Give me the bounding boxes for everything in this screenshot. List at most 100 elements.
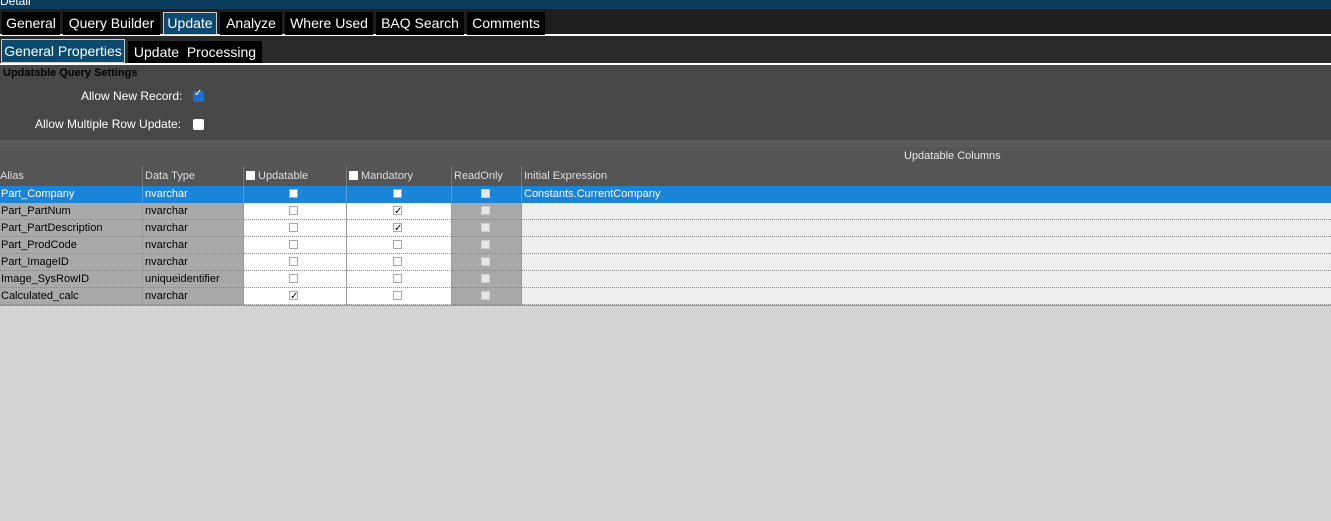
tab-comments[interactable]: Comments — [467, 12, 545, 35]
cell-expr[interactable] — [522, 220, 1331, 237]
updatable-query-settings-panel: Updatable Query Settings Allow New Recor… — [0, 65, 1331, 140]
allow-new-record-checkbox[interactable] — [193, 88, 204, 102]
settings-heading: Updatable Query Settings — [3, 67, 138, 79]
column-header-data-type[interactable]: Data Type — [143, 166, 244, 186]
cell-type[interactable]: nvarchar — [143, 254, 244, 271]
mandatory-checkbox[interactable] — [393, 274, 402, 283]
cell-updatable[interactable] — [244, 288, 347, 305]
updatable-checkbox[interactable] — [289, 288, 298, 304]
tab-general-properties[interactable]: General Properties — [1, 39, 125, 63]
column-header-readonly[interactable]: ReadOnly — [452, 166, 522, 186]
panel-separator — [0, 140, 1331, 147]
table-row[interactable]: Part_ProdCode nvarchar — [0, 237, 1331, 254]
cell-type[interactable]: uniqueidentifier — [143, 271, 244, 288]
table-row[interactable]: Part_Company nvarchar Constants.CurrentCom… — [0, 186, 1331, 203]
table-row[interactable]: Part_PartDescription nvarchar — [0, 220, 1331, 237]
cell-expr[interactable] — [522, 254, 1331, 271]
table-row[interactable]: Part_PartNum nvarchar — [0, 203, 1331, 220]
tab-analyze[interactable]: Analyze — [220, 12, 282, 35]
tab-where-used[interactable]: Where Used — [285, 12, 373, 35]
updatable-checkbox[interactable] — [289, 257, 298, 266]
alias-value: Part_ImageID — [1, 256, 69, 268]
readonly-checkbox — [481, 206, 490, 215]
cell-type[interactable]: nvarchar — [143, 186, 244, 203]
mandatory-checkbox[interactable] — [393, 220, 402, 236]
readonly-checkbox — [481, 189, 490, 198]
table-row[interactable]: Part_ImageID nvarchar — [0, 254, 1331, 271]
select-all-updatable-checkbox[interactable] — [246, 171, 255, 180]
cell-updatable[interactable] — [244, 220, 347, 237]
cell-expr[interactable]: Constants.CurrentCompany — [522, 186, 1331, 203]
cell-alias[interactable]: Part_ImageID — [0, 254, 143, 271]
cell-updatable[interactable] — [244, 237, 347, 254]
updatable-checkbox[interactable] — [289, 206, 298, 215]
column-header-updatable[interactable]: Updatable — [244, 166, 347, 186]
mandatory-checkbox[interactable] — [393, 189, 402, 198]
tab-baq-search[interactable]: BAQ Search — [376, 12, 464, 35]
updatable-checkbox[interactable] — [289, 189, 298, 198]
cell-readonly[interactable] — [452, 203, 522, 220]
table-row[interactable]: Calculated_calc nvarchar — [0, 288, 1331, 305]
cell-type[interactable]: nvarchar — [143, 220, 244, 237]
cell-type[interactable]: nvarchar — [143, 288, 244, 305]
cell-expr[interactable] — [522, 271, 1331, 288]
cell-readonly[interactable] — [452, 237, 522, 254]
cell-readonly[interactable] — [452, 220, 522, 237]
cell-readonly[interactable] — [452, 288, 522, 305]
sub-tab-strip: General Properties Update Processing — [0, 36, 1331, 65]
cell-updatable[interactable] — [244, 271, 347, 288]
cell-alias[interactable]: Part_PartDescription — [0, 220, 143, 237]
tab-general[interactable]: General — [2, 12, 60, 35]
cell-mandatory[interactable] — [347, 186, 452, 203]
cell-expr[interactable] — [522, 237, 1331, 254]
cell-expr[interactable] — [522, 288, 1331, 305]
updatable-checkbox[interactable] — [289, 240, 298, 249]
table-row[interactable]: Image_SysRowID uniqueidentifier — [0, 271, 1331, 288]
readonly-checkbox — [481, 240, 490, 249]
grid-group-header: Updatable Columns — [0, 147, 1331, 166]
cell-readonly[interactable] — [452, 254, 522, 271]
grid-group-title: Updatable Columns — [904, 150, 1001, 162]
type-value: nvarchar — [145, 205, 188, 217]
cell-updatable[interactable] — [244, 186, 347, 203]
allow-new-record-label: Allow New Record: — [81, 89, 183, 103]
cell-type[interactable]: nvarchar — [143, 203, 244, 220]
cell-mandatory[interactable] — [347, 237, 452, 254]
cell-updatable[interactable] — [244, 203, 347, 220]
cell-updatable[interactable] — [244, 254, 347, 271]
cell-alias[interactable]: Part_ProdCode — [0, 237, 143, 254]
tab-update-processing[interactable]: Update Processing — [128, 41, 262, 63]
cell-expr[interactable] — [522, 203, 1331, 220]
select-all-mandatory-checkbox[interactable] — [349, 171, 358, 180]
mandatory-checkbox[interactable] — [393, 240, 402, 249]
cell-mandatory[interactable] — [347, 220, 452, 237]
tab-query-builder[interactable]: Query Builder — [63, 12, 160, 35]
readonly-checkbox — [481, 223, 490, 232]
cell-mandatory[interactable] — [347, 203, 452, 220]
cell-mandatory[interactable] — [347, 254, 452, 271]
cell-readonly[interactable] — [452, 271, 522, 288]
alias-value: Image_SysRowID — [1, 273, 90, 285]
column-header-mandatory[interactable]: Mandatory — [347, 166, 452, 186]
cell-readonly[interactable] — [452, 186, 522, 203]
tab-update[interactable]: Update — [163, 12, 217, 35]
cell-mandatory[interactable] — [347, 288, 452, 305]
expr-value: Constants.CurrentCompany — [524, 188, 661, 200]
column-header-initial-expression[interactable]: Initial Expression — [522, 166, 1331, 186]
cell-alias[interactable]: Part_Company — [0, 186, 143, 203]
allow-multiple-row-update-checkbox[interactable] — [193, 119, 204, 130]
alias-value: Part_Company — [1, 188, 75, 200]
updatable-checkbox[interactable] — [289, 274, 298, 283]
cell-alias[interactable]: Part_PartNum — [0, 203, 143, 220]
cell-type[interactable]: nvarchar — [143, 237, 244, 254]
column-header-alias[interactable]: Alias — [0, 166, 143, 186]
readonly-checkbox — [481, 257, 490, 266]
cell-alias[interactable]: Calculated_calc — [0, 288, 143, 305]
type-value: nvarchar — [145, 256, 188, 268]
mandatory-checkbox[interactable] — [393, 203, 402, 219]
mandatory-checkbox[interactable] — [393, 257, 402, 266]
cell-alias[interactable]: Image_SysRowID — [0, 271, 143, 288]
cell-mandatory[interactable] — [347, 271, 452, 288]
updatable-checkbox[interactable] — [289, 223, 298, 232]
mandatory-checkbox[interactable] — [393, 291, 402, 300]
